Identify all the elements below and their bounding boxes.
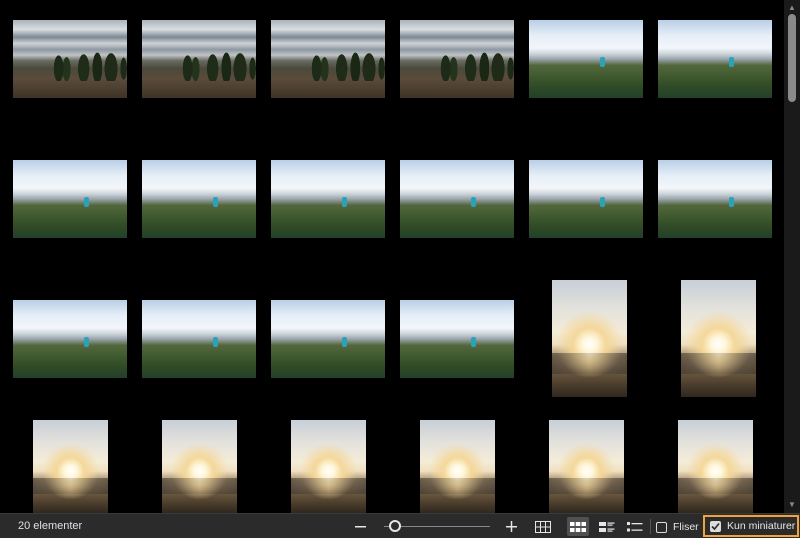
view-content-button[interactable]	[596, 517, 618, 536]
thumbnails-only-checkbox-label: Kun miniaturer	[727, 520, 796, 532]
thumbnails-only-checkbox[interactable]	[710, 520, 721, 532]
photo-thumbnail[interactable]	[271, 160, 385, 238]
scroll-thumb[interactable]	[788, 14, 796, 102]
checkmark-icon	[711, 522, 720, 530]
minus-icon	[354, 526, 366, 528]
photo-thumbnail[interactable]	[400, 20, 514, 98]
photo-thumbnail[interactable]	[551, 280, 627, 397]
photo-thumbnail[interactable]	[400, 160, 514, 238]
status-bar-separator	[650, 519, 651, 534]
plus-icon	[505, 521, 517, 532]
thumbnails-only-checkbox-toggle[interactable]: Kun miniaturer	[703, 515, 799, 537]
zoom-slider[interactable]	[384, 520, 490, 533]
thumbnail-grid	[0, 0, 784, 513]
view-details-button[interactable]	[624, 517, 646, 536]
photo-thumbnail[interactable]	[548, 420, 624, 513]
zoom-in-button[interactable]	[503, 517, 519, 536]
tiles-checkbox[interactable]	[656, 521, 667, 533]
photo-thumbnail[interactable]	[13, 160, 127, 238]
large-thumbnails-icon	[570, 521, 586, 532]
photo-thumbnail[interactable]	[419, 420, 495, 513]
photo-thumbnail[interactable]	[142, 300, 256, 378]
photo-thumbnail[interactable]	[271, 20, 385, 98]
scroll-down-arrow-icon[interactable]: ▼	[784, 497, 800, 513]
photo-thumbnail[interactable]	[32, 420, 108, 513]
photo-thumbnail[interactable]	[658, 20, 772, 98]
item-count-label: 20 elementer	[18, 520, 83, 532]
photo-thumbnail[interactable]	[13, 300, 127, 378]
photo-thumbnail[interactable]	[13, 20, 127, 98]
zoom-out-button[interactable]	[352, 517, 368, 536]
view-large-thumbnails-button[interactable]	[567, 517, 589, 536]
grid-tiles-icon	[535, 520, 551, 533]
photo-thumbnail[interactable]	[529, 20, 643, 98]
photo-thumbnail[interactable]	[529, 160, 643, 238]
tiles-checkbox-toggle[interactable]: Fliser	[656, 519, 699, 535]
photo-thumbnail[interactable]	[142, 160, 256, 238]
photo-thumbnail[interactable]	[271, 300, 385, 378]
photo-thumbnail[interactable]	[658, 160, 772, 238]
content-view-icon	[599, 521, 615, 532]
view-grid-tiles-button[interactable]	[533, 517, 553, 536]
photo-thumbnail[interactable]	[142, 20, 256, 98]
photo-thumbnail[interactable]	[161, 420, 237, 513]
photo-thumbnail[interactable]	[400, 300, 514, 378]
photo-thumbnail[interactable]	[290, 420, 366, 513]
photo-thumbnail[interactable]	[677, 420, 753, 513]
status-bar: 20 elementer Fliser Kun miniaturer	[0, 513, 800, 538]
zoom-slider-knob[interactable]	[389, 520, 401, 532]
photo-thumbnail[interactable]	[680, 280, 756, 397]
vertical-scrollbar[interactable]: ▲ ▼	[784, 0, 800, 513]
details-view-icon	[627, 521, 643, 531]
tiles-checkbox-label: Fliser	[673, 521, 699, 533]
